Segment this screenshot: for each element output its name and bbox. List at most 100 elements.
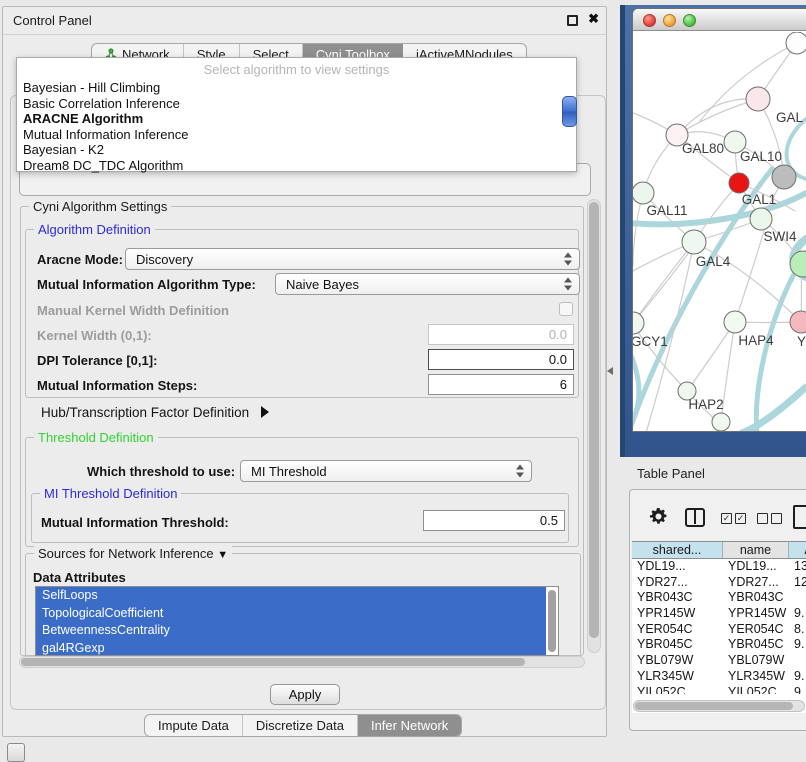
attribute-list-scrollbar[interactable] [548,590,556,652]
combo-stepper-icon [516,465,525,478]
network-node-gcy1[interactable] [633,312,644,334]
tab-discretize-data[interactable]: Discretize Data [243,715,358,736]
mi-steps-field[interactable] [428,374,574,395]
minimized-widget-button[interactable] [7,743,25,762]
which-threshold-combo[interactable]: MI Threshold [240,460,532,482]
network-node-gal11[interactable] [633,182,654,204]
network-node[interactable] [786,32,806,54]
combo-blue-button-partial[interactable] [562,96,577,127]
algorithm-definition-legend: Algorithm Definition [34,222,155,237]
network-node-gal1[interactable] [729,173,749,193]
network-edge[interactable] [742,387,806,432]
window-close-icon[interactable] [643,14,656,27]
table-cell: YBR045C [723,637,789,653]
algorithm-option[interactable]: Mutual Information Inference [17,127,576,143]
table-row[interactable]: YBR043CYBR043C [632,590,806,606]
panel-divider-handle-icon[interactable] [607,367,613,375]
tab-infer-network[interactable]: Infer Network [358,715,461,736]
mi-type-combo[interactable]: Naive Bayes [275,273,580,295]
node-label: HAP4 [738,333,774,348]
hub-definition-toggle[interactable]: Hub/Transcription Factor Definition [41,405,269,420]
network-canvas[interactable]: GALGAL80GAL10GAL1GAL11SWI4GAL4GCY1HAP4YH… [633,32,806,432]
table-cell: 12 [789,575,806,591]
manual-kernel-checkbox[interactable] [559,302,573,316]
which-threshold-label: Which threshold to use: [87,464,235,479]
table-cell: YIL052C [723,685,789,694]
table-cell: YER054C [632,622,723,638]
dpi-tolerance-field[interactable] [428,349,574,370]
algorithm-option[interactable]: ARACNE Algorithm [17,111,576,127]
column-header-name[interactable]: name [723,542,789,558]
table-row[interactable]: YIL052CYIL052C9 [632,685,806,694]
settings-gear-icon[interactable] [649,507,668,531]
collapse-down-icon: ▼ [217,549,228,561]
table-cell: YLR345W [723,669,789,685]
network-node[interactable] [772,165,796,189]
window-zoom-icon[interactable] [683,14,696,27]
attribute-list-item[interactable]: gal4RGexp [36,640,546,657]
deselect-all-icon[interactable] [757,513,768,524]
table-cell: YLR345W [632,669,723,685]
float-panel-icon[interactable] [567,15,578,26]
algorithm-option[interactable]: Bayesian - K2 [17,142,576,158]
network-node[interactable] [712,413,730,431]
table-row[interactable]: YER054CYER054C8. [632,622,806,638]
attribute-list-item[interactable]: BetweennessCentrality [36,622,546,640]
table-row[interactable]: YBR045CYBR045C9. [632,637,806,653]
table-cell: YBR043C [723,590,789,606]
table-cell: YDL19... [723,559,789,575]
network-edge[interactable] [633,353,639,429]
select-all-icon-2[interactable]: ✓ [735,513,746,524]
close-panel-icon[interactable]: ✖ [588,11,599,27]
control-panel-titlebar: Control Panel ✖ [3,7,606,35]
mi-threshold-field[interactable] [423,510,565,531]
settings-vertical-scrollbar[interactable] [587,199,601,653]
algorithm-option[interactable]: Dream8 DC_TDC Algorithm [17,158,576,174]
network-node-hap4[interactable] [724,311,746,333]
aracne-mode-value: Discovery [136,252,193,267]
network-node-gal4[interactable] [682,230,706,254]
table-row[interactable]: YPR145WYPR145W9. [632,606,806,622]
table-header-row: shared...nameA [632,541,806,559]
column-header-A[interactable]: A [789,542,806,558]
cyni-bottom-tabbar: Impute DataDiscretize DataInfer Network [144,714,462,737]
table-row[interactable]: YLR345WYLR345W9. [632,669,806,685]
network-edge[interactable] [687,322,735,391]
kernel-width-field[interactable] [428,324,574,345]
new-table-icon[interactable] [793,505,806,529]
table-cell: YBL079W [723,653,789,669]
node-label: GAL10 [740,149,782,164]
column-layout-icon[interactable] [685,508,705,527]
network-window-titlebar[interactable] [633,9,806,31]
deselect-all-icon-2[interactable] [771,513,782,524]
data-attributes-label: Data Attributes [33,570,126,585]
application-window: Control Panel ✖ NetworkStyleSelectCyni T… [0,0,806,762]
attribute-list-item[interactable]: SelfLoops [36,587,546,605]
mi-type-value: Naive Bayes [286,277,359,292]
network-view-window[interactable]: GALGAL80GAL10GAL1GAL11SWI4GAL4GCY1HAP4YH… [632,8,806,432]
table-row[interactable]: YDL19...YDL19...13 [632,559,806,575]
table-cell: YDL19... [632,559,723,575]
table-row[interactable]: YDR27...YDR27...12 [632,575,806,591]
algorithm-option[interactable]: Basic Correlation Inference [17,96,576,112]
table-horizontal-scrollbar[interactable] [633,700,805,712]
column-header-shared...[interactable]: shared... [632,542,723,558]
sources-legend[interactable]: Sources for Network Inference ▼ [34,546,232,561]
combo-stepper-icon [564,278,573,291]
window-minimize-icon[interactable] [663,14,676,27]
attribute-list-item[interactable]: TopologicalCoefficient [36,605,546,623]
table-row[interactable]: YBL079WYBL079W [632,653,806,669]
manual-kernel-label: Manual Kernel Width Definition [37,303,229,318]
tab-impute-data[interactable]: Impute Data [145,715,243,736]
algorithm-option[interactable]: Bayesian - Hill Climbing [17,80,576,96]
apply-button[interactable]: Apply [270,684,340,705]
node-label: SWI4 [763,229,796,244]
select-all-icon[interactable]: ✓ [721,513,732,524]
network-node-swi4[interactable] [750,208,772,230]
node-label: HAP2 [688,397,723,412]
table-cell [789,590,806,606]
aracne-mode-combo[interactable]: Discovery [125,248,580,270]
network-edge[interactable] [677,99,758,135]
settings-horizontal-scrollbar[interactable] [19,656,585,668]
network-node-gal[interactable] [746,87,770,111]
